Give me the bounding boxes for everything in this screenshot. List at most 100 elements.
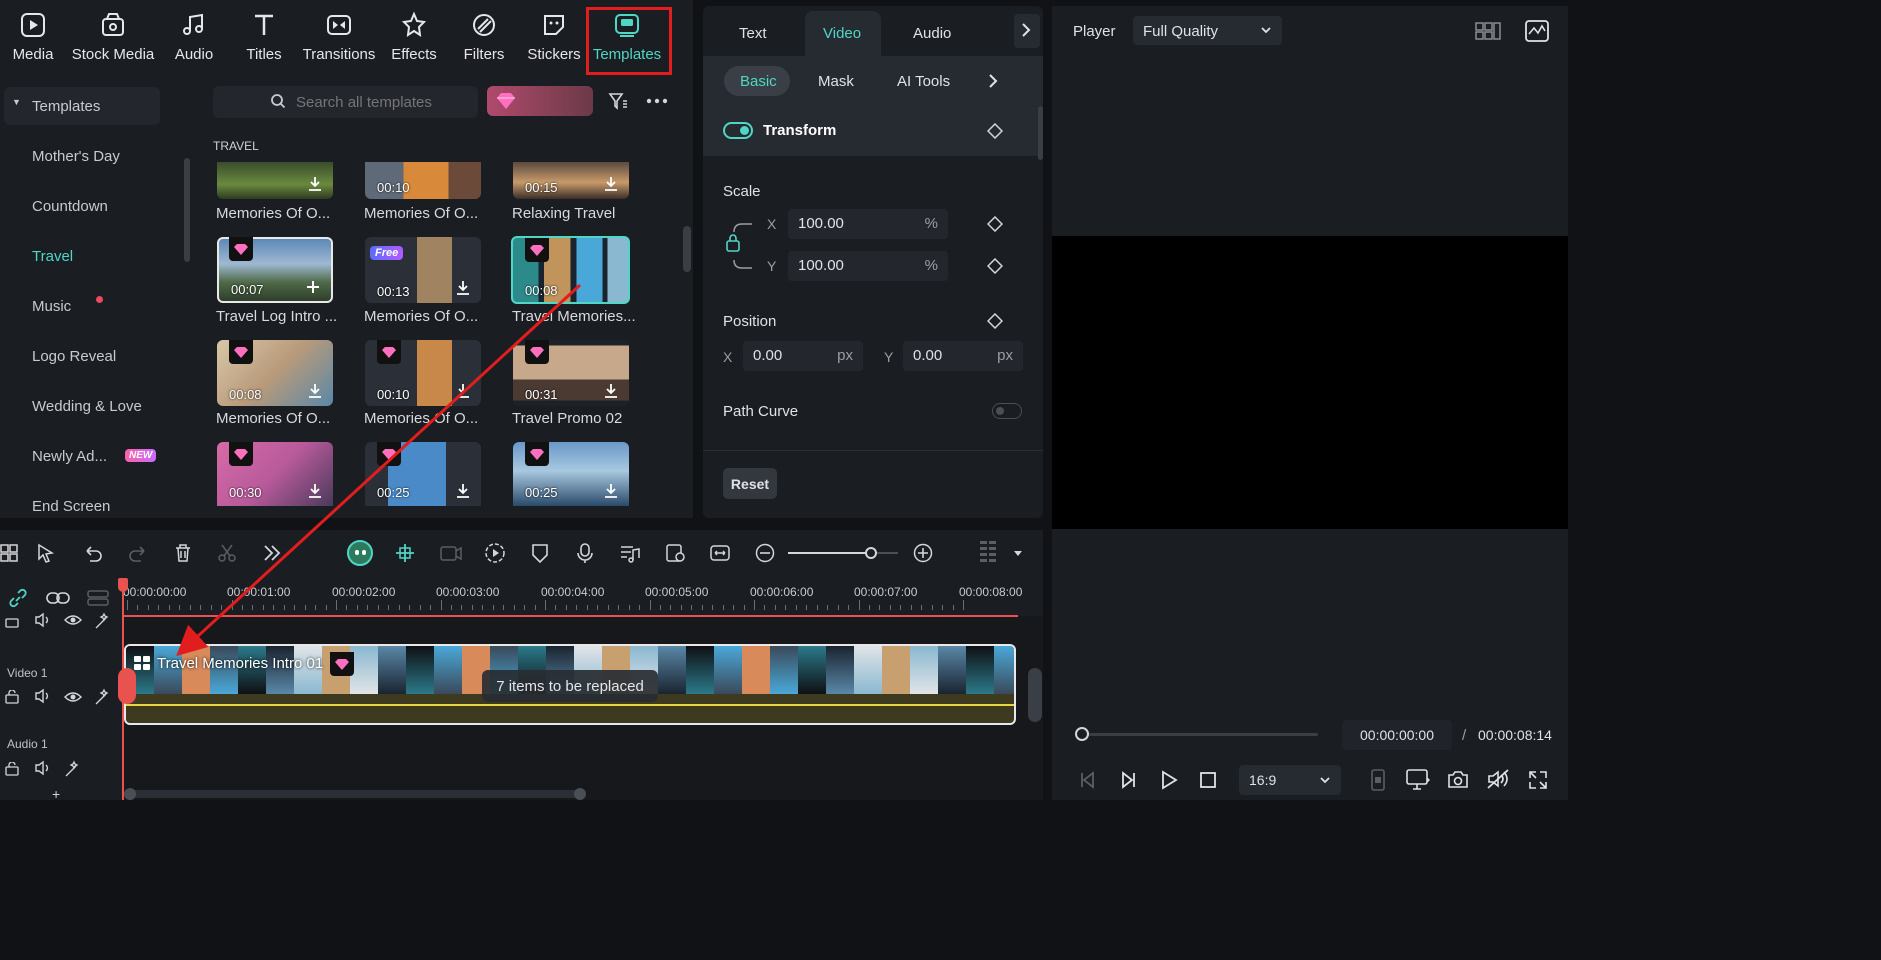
keyframe-diamond-icon[interactable] [987,313,1003,329]
playhead-handle[interactable] [118,578,128,592]
track-lock-icon[interactable] [5,690,19,704]
premium-banner[interactable] [487,86,593,116]
aspect-ratio-select[interactable]: 16:9 [1239,765,1341,795]
toolbar-filters[interactable]: Filters [460,10,508,72]
position-x-field[interactable]: 0.00 px [743,341,863,371]
scale-x-field[interactable]: 100.00 % [788,209,948,239]
subtab-ai-tools[interactable]: AI Tools [897,73,950,90]
category-scrollbar[interactable] [184,158,190,262]
next-frame-icon[interactable] [1118,770,1138,790]
track-lock-icon[interactable] [5,614,19,628]
grid-scrollbar[interactable] [683,226,691,272]
position-y-field[interactable]: 0.00 px [903,341,1023,371]
zoom-out-icon[interactable] [755,543,775,563]
category-item-music[interactable]: Music [32,298,71,315]
more-tools-icon[interactable] [262,544,282,562]
split-scissors-icon[interactable] [217,543,237,563]
snap-magnet-icon[interactable] [394,542,416,564]
track-effect-icon[interactable] [94,688,112,706]
playhead-line[interactable] [122,578,124,800]
track-audio-icon[interactable] [34,612,52,628]
delete-icon[interactable] [173,543,193,563]
toolbar-stock-media[interactable]: Stock Media [70,10,156,72]
timeline-vertical-scrollbar[interactable] [1028,668,1042,722]
quality-select[interactable]: Full Quality [1133,16,1282,45]
fullscreen-icon[interactable] [1528,770,1548,790]
add-track-icon[interactable]: + [52,786,60,802]
tab-text[interactable]: Text [739,25,767,42]
scroll-handle-right[interactable] [574,788,586,800]
audio-mute-icon[interactable] [1486,768,1510,790]
track-manager-icon[interactable] [87,589,109,607]
chain-link-icon[interactable] [46,590,70,606]
timeline-horizontal-scrollbar[interactable] [128,790,584,798]
more-options-icon[interactable] [646,98,668,104]
track-audio-icon[interactable] [34,688,52,704]
template-thumbnail[interactable]: 00:15 [513,162,629,199]
toolbar-titles[interactable]: Titles [240,10,288,72]
reset-button[interactable]: Reset [723,468,777,499]
zoom-in-icon[interactable] [913,543,933,563]
speed-ramp-icon[interactable] [484,542,506,564]
layout-icon[interactable] [0,544,18,562]
category-item-wedding-love[interactable]: Wedding & Love [32,398,142,415]
keyframe-diamond-icon[interactable] [987,216,1003,232]
toolbar-transitions[interactable]: Transitions [302,10,376,72]
category-item-countdown[interactable]: Countdown [32,198,108,215]
toolbar-audio[interactable]: Audio [170,10,218,72]
tabs-next-button[interactable] [1014,14,1040,48]
category-item-newly-added[interactable]: Newly Ad... [32,448,107,465]
marker-shield-icon[interactable] [530,542,550,564]
tab-video[interactable]: Video [823,25,861,42]
fit-timeline-icon[interactable] [709,542,731,564]
track-audio-icon[interactable] [34,760,52,776]
snapshot-camera-icon[interactable] [1447,769,1469,789]
player-video-area[interactable] [1052,236,1568,529]
keyframe-diamond-icon[interactable] [987,123,1003,139]
properties-scrollbar[interactable] [1038,106,1043,160]
preview-mode-icon[interactable] [1370,769,1386,791]
filter-icon[interactable] [608,92,628,110]
category-item-end-screen[interactable]: End Screen [32,498,110,515]
current-timecode[interactable]: 00:00:00:00 [1342,720,1452,750]
scale-y-field[interactable]: 100.00 % [788,251,948,281]
subtab-mask[interactable]: Mask [818,73,854,90]
track-lock-icon[interactable] [5,762,19,776]
scroll-handle-left[interactable] [124,788,136,800]
category-header[interactable]: ▼ Templates [4,87,160,125]
link-icon[interactable] [7,588,29,608]
path-curve-toggle[interactable] [992,403,1022,419]
ai-assistant-icon[interactable] [347,540,373,566]
tab-audio[interactable]: Audio [913,25,951,42]
display-icon[interactable] [1406,769,1430,791]
template-thumbnail[interactable]: 00:10 [365,162,481,199]
scrubber-handle[interactable] [1075,727,1089,741]
playback-scrubber[interactable] [1082,733,1318,736]
play-icon[interactable] [1160,770,1178,790]
transform-toggle[interactable] [723,122,753,139]
caret-down-icon[interactable] [1013,550,1023,558]
track-visibility-icon[interactable] [64,614,82,626]
stop-icon[interactable] [1199,771,1217,789]
toolbar-media[interactable]: Media [10,10,56,72]
auto-reframe-icon[interactable] [664,542,686,564]
search-input[interactable] [296,88,476,116]
chevron-right-icon[interactable] [988,74,998,88]
toolbar-stickers[interactable]: Stickers [526,10,582,72]
category-item-logo-reveal[interactable]: Logo Reveal [32,348,116,365]
category-item-travel[interactable]: Travel [32,248,73,265]
track-effect-icon[interactable] [64,760,82,778]
track-visibility-icon[interactable] [64,691,82,703]
audio-edit-icon[interactable] [619,542,641,564]
keyframe-diamond-icon[interactable] [987,258,1003,274]
redo-icon[interactable] [127,543,149,563]
toolbar-effects[interactable]: Effects [390,10,438,72]
undo-icon[interactable] [82,543,104,563]
ai-video-icon[interactable] [439,542,463,564]
select-cursor-icon[interactable] [36,543,58,565]
template-thumbnail[interactable] [217,162,333,199]
track-effect-icon[interactable] [94,612,112,630]
lock-ratio-icon[interactable] [726,222,754,272]
clip-trim-handle[interactable] [118,668,136,704]
scopes-icon[interactable] [1525,20,1549,42]
